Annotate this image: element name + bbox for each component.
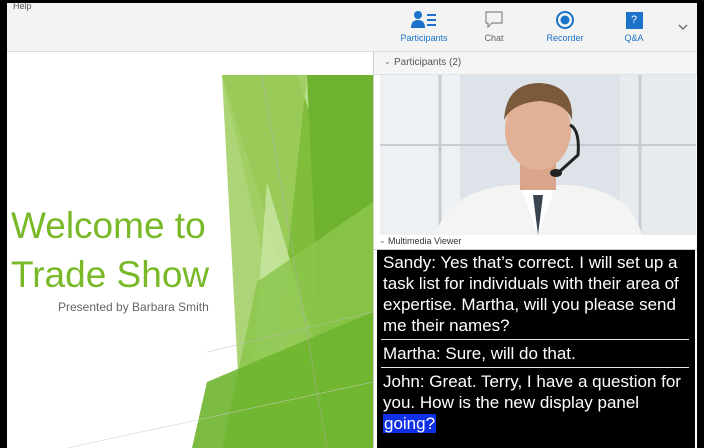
caption-divider bbox=[381, 339, 689, 340]
recorder-button[interactable]: Recorder bbox=[535, 9, 595, 43]
caption-line: Martha: Sure, will do that. bbox=[383, 344, 576, 363]
help-menu[interactable]: Help bbox=[13, 3, 32, 11]
recorder-label: Recorder bbox=[546, 33, 584, 43]
caption-highlight: going? bbox=[383, 414, 437, 433]
caption-line: John: Great. Terry, I have a question fo… bbox=[383, 372, 681, 433]
chat-button[interactable]: Chat bbox=[464, 9, 524, 43]
participant-video bbox=[380, 75, 696, 235]
collapse-caret-icon[interactable]: ⌄ bbox=[384, 57, 391, 66]
participants-icon bbox=[411, 11, 436, 28]
slide-title-line2: Trade Show bbox=[11, 254, 210, 295]
presentation-slide: Welcome to Trade Show Presented by Barba… bbox=[7, 52, 373, 448]
participants-button[interactable]: Participants bbox=[394, 9, 454, 43]
slide-title-line1: Welcome to bbox=[11, 205, 206, 246]
app-window: Help Participants Chat Recorder ? Q&A We… bbox=[7, 3, 697, 448]
chevron-down-icon[interactable] bbox=[677, 21, 689, 33]
collapse-caret-icon[interactable]: ⌄ bbox=[379, 236, 386, 245]
qa-icon: ? bbox=[625, 12, 643, 29]
multimedia-viewer-header[interactable]: ⌄ Multimedia Viewer bbox=[374, 235, 697, 250]
qa-button[interactable]: ? Q&A bbox=[604, 9, 664, 43]
participants-label: Participants bbox=[400, 33, 448, 43]
record-icon bbox=[556, 11, 574, 29]
multimedia-viewer-title: Multimedia Viewer bbox=[388, 236, 462, 246]
toolbar: Help Participants Chat Recorder ? Q&A bbox=[7, 3, 697, 52]
presenter-video-image bbox=[380, 75, 696, 235]
participants-panel-header[interactable]: ⌄ Participants (2) bbox=[374, 52, 697, 75]
slide-background-graphic bbox=[66, 75, 373, 448]
qa-label: Q&A bbox=[624, 33, 644, 43]
caption-line: Sandy: Yes that’s correct. I will set up… bbox=[383, 253, 679, 335]
slide-subtitle: Presented by Barbara Smith bbox=[58, 300, 209, 314]
participants-panel-title: Participants (2) bbox=[394, 57, 462, 68]
caption-viewer: Sandy: Yes that’s correct. I will set up… bbox=[377, 250, 695, 448]
caption-divider bbox=[381, 367, 689, 368]
chat-label: Chat bbox=[484, 33, 504, 43]
right-panel: ⌄ Participants (2) ⌄ Multimedia Viewer S… bbox=[373, 52, 697, 448]
chat-icon bbox=[485, 11, 503, 29]
